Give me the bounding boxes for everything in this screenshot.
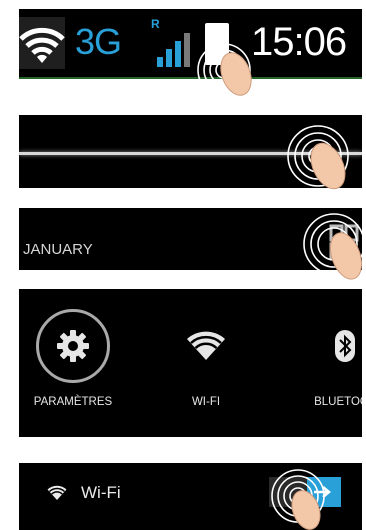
tile-bluetooth-label: BLUETOOT <box>314 396 362 408</box>
wifi-icon <box>19 17 65 69</box>
date-row: JANUARY <box>19 208 362 270</box>
gear-icon <box>36 309 110 383</box>
wifi-icon <box>169 309 243 383</box>
shade-divider-line <box>19 152 362 155</box>
battery-icon <box>205 23 229 65</box>
wifi-icon <box>47 485 67 500</box>
tile-wifi-label: WI-FI <box>191 396 221 408</box>
tile-bluetooth[interactable]: BLUETOOT <box>285 309 362 419</box>
tile-settings-label: PARAMÈTRES <box>33 396 113 408</box>
notification-shade-drag[interactable] <box>19 115 362 188</box>
signal-bars-icon <box>157 31 201 67</box>
quick-settings-panel: PARAMÈTRES WI-FI BLUETOOT <box>19 289 362 437</box>
status-bar[interactable]: 3G R 15:06 <box>19 9 362 79</box>
wifi-settings-row[interactable]: Wi-Fi <box>19 463 362 530</box>
network-type: 3G <box>75 21 122 62</box>
tile-wifi[interactable]: WI-FI <box>146 309 266 419</box>
roaming-indicator: R <box>151 17 160 31</box>
arrow-right-icon <box>314 486 331 498</box>
bluetooth-icon <box>308 309 362 383</box>
quick-settings-grid-icon[interactable] <box>329 222 359 266</box>
status-bar-edge <box>19 77 362 79</box>
wifi-row-label: Wi-Fi <box>81 483 121 502</box>
wifi-toggle[interactable] <box>269 477 341 507</box>
toggle-on-thumb <box>307 477 341 507</box>
month-label: JANUARY <box>23 241 93 258</box>
tile-settings[interactable]: PARAMÈTRES <box>19 309 133 419</box>
clock-time: 15:06 <box>251 20 347 64</box>
